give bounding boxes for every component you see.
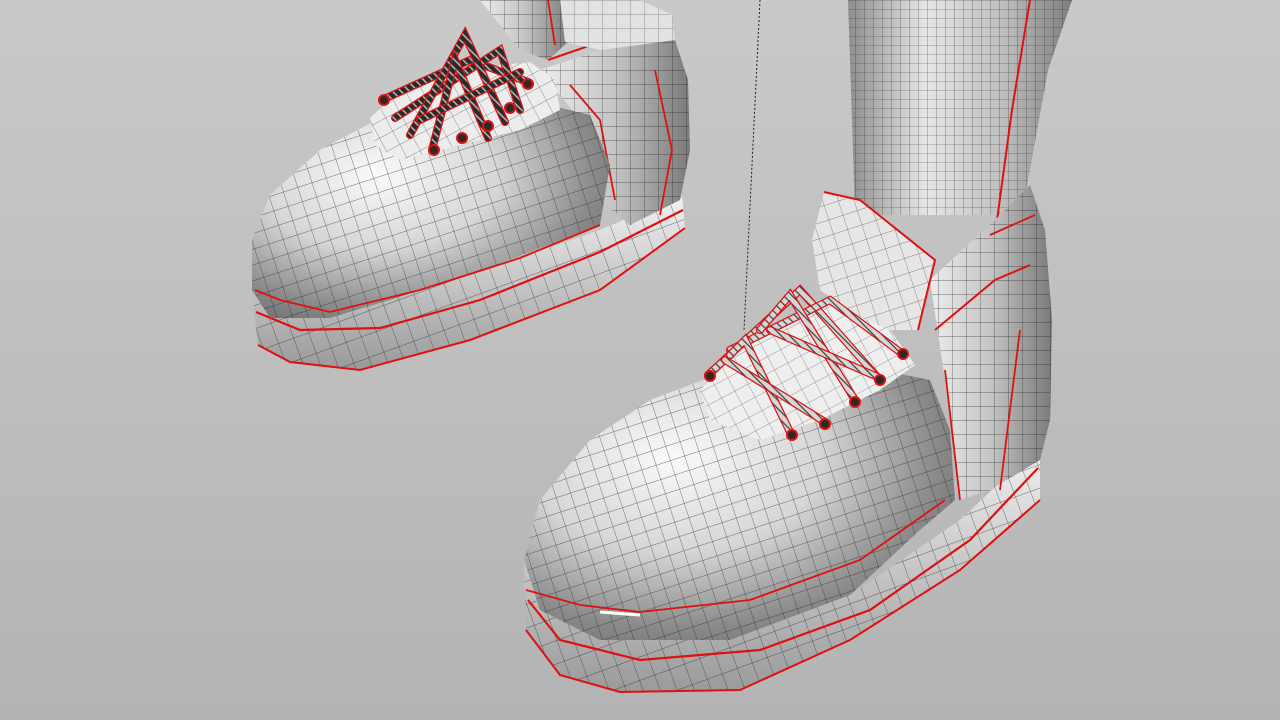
3d-viewport[interactable] (0, 0, 1280, 720)
viewport-scene (0, 0, 1280, 720)
